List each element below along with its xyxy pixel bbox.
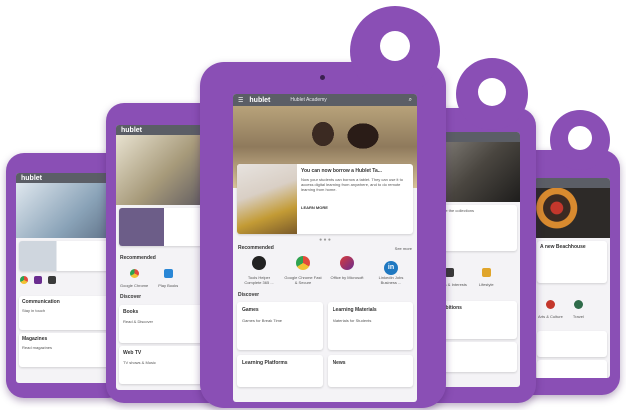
app-tile[interactable]: Google Chrome (120, 265, 148, 288)
category-card[interactable] (537, 331, 607, 357)
app-icon (444, 268, 454, 277)
office-icon (340, 256, 354, 270)
brand-logo: hublet (121, 126, 142, 134)
camera-dot (320, 75, 325, 80)
featured-title: You can now borrow a Hublet Ta... (301, 168, 382, 174)
app-icon (573, 300, 583, 309)
featured-card[interactable]: A new Beachhouse (537, 241, 607, 283)
category-card-news[interactable]: News (327, 355, 413, 387)
tools-app-icon (252, 256, 266, 270)
card-title: News (332, 360, 346, 366)
handle-hole (380, 31, 410, 61)
card-subtitle: Read magazines (22, 345, 53, 350)
app-row (16, 274, 116, 286)
app-label: Lifestyle (478, 282, 494, 287)
card-subtitle: Games for Break Time (242, 318, 283, 323)
featured-title: A new Beachhouse (540, 244, 586, 250)
card-subtitle: Materials for Students (332, 318, 372, 323)
top-bar: ☰ hublet Hublet Academy ⌕ (233, 94, 417, 106)
handle-hole (568, 126, 592, 150)
tablet-far-right-screen: A new Beachhouse Arts & Culture Travel (534, 178, 610, 378)
card-title: Learning Materials (332, 307, 377, 313)
brand-logo: hublet (249, 96, 271, 104)
product-scene: hublet Communication Stay in touch Magaz… (0, 0, 626, 410)
card-subtitle: Stay in touch (22, 308, 46, 313)
app-tile[interactable]: Google Chrome Fast & Secure (284, 256, 322, 285)
category-card[interactable] (537, 360, 607, 378)
app-row: Arts & Culture Travel (534, 286, 610, 321)
discover-grid: Games Games for Break Time Learning Mate… (233, 300, 417, 389)
app-label: Tools Helper Complete 365 ... (244, 275, 274, 285)
tablet-far-left-screen: hublet Communication Stay in touch Magaz… (16, 173, 116, 383)
linkedin-icon: in (384, 261, 398, 275)
top-bar: hublet (16, 173, 116, 183)
category-card[interactable]: Communication Stay in touch (19, 296, 113, 330)
app-icon[interactable] (48, 276, 56, 284)
brand-logo: hublet (21, 174, 42, 182)
card-title: Games (242, 307, 259, 313)
see-more-link[interactable]: See more (395, 246, 412, 251)
app-label: Play Books (158, 283, 179, 288)
hero-image (16, 183, 116, 238)
learn-more-link[interactable]: LEARN MORE (301, 205, 409, 210)
app-tile[interactable]: Lifestyle (479, 264, 494, 287)
category-card-learning-platforms[interactable]: Learning Platforms (237, 355, 323, 387)
app-label: Office by Microsoft (330, 275, 364, 280)
chrome-icon (129, 269, 139, 278)
app-row: Tools Helper Complete 365 ... Google Chr… (233, 253, 417, 288)
chrome-icon[interactable] (20, 276, 28, 284)
discover-heading: Discover (238, 292, 260, 298)
chrome-icon (296, 256, 310, 270)
app-label: Google Chrome (120, 283, 149, 288)
app-label: Google Chrome Fast & Secure (284, 275, 322, 285)
header-title: Hublet Academy (290, 97, 327, 103)
featured-body: Now your students can borrow a tablet. T… (301, 177, 403, 192)
app-icon (545, 300, 555, 309)
menu-icon[interactable]: ☰ (238, 97, 243, 104)
featured-card[interactable]: You can now borrow a Hublet Ta... Now yo… (237, 164, 413, 234)
app-tile[interactable]: Tools Helper Complete 365 ... (240, 256, 278, 285)
handle-hole (478, 78, 506, 106)
card-title: Communication (22, 299, 60, 305)
top-bar (534, 178, 610, 188)
app-tile[interactable]: Arts & Culture (538, 296, 563, 319)
featured-image (237, 164, 297, 234)
featured-body: Explore the collections (434, 208, 475, 213)
app-label: Arts & Culture (538, 314, 563, 319)
category-card-learning-materials[interactable]: Learning Materials Materials for Student… (327, 302, 413, 350)
app-label: LinkedIn Jobs Business ... (378, 275, 404, 285)
tablet-center-screen: ☰ hublet Hublet Academy ⌕ You can now bo… (233, 94, 417, 402)
app-icon (481, 268, 491, 277)
featured-card[interactable] (19, 241, 113, 271)
category-card[interactable]: Magazines Read magazines (19, 333, 113, 367)
hero-image (534, 188, 610, 238)
app-tile[interactable]: Play Books (158, 265, 178, 288)
card-title: Exhibitions (435, 305, 462, 311)
app-tile[interactable]: Travel (573, 296, 584, 319)
app-tile[interactable]: Office by Microsoft (328, 256, 366, 285)
recommended-heading: Recommended (238, 245, 274, 251)
category-card-games[interactable]: Games Games for Break Time (237, 302, 323, 350)
app-tile[interactable]: in LinkedIn Jobs Business ... (372, 256, 410, 285)
card-title: Learning Platforms (242, 360, 288, 366)
tablet-center: ☰ hublet Hublet Academy ⌕ You can now bo… (200, 6, 446, 408)
search-icon[interactable]: ⌕ (409, 97, 412, 104)
app-label: Travel (572, 314, 584, 319)
app-icon[interactable] (34, 276, 42, 284)
play-books-icon (163, 269, 173, 278)
card-title: Magazines (22, 336, 48, 342)
